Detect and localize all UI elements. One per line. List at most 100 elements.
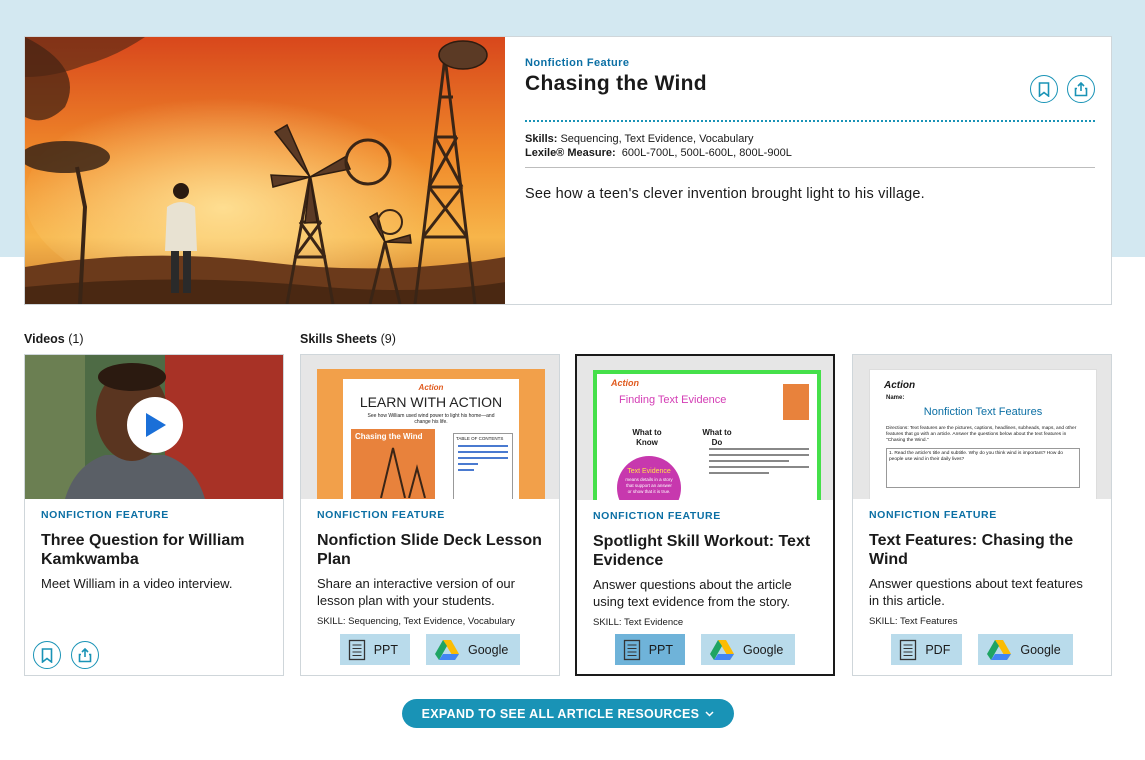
- thumb-what-to-know: What to Know: [632, 428, 662, 447]
- pdf-label: PDF: [925, 642, 951, 657]
- card-kicker: NONFICTION FEATURE: [317, 509, 445, 521]
- ppt-download-button[interactable]: PPT: [614, 634, 685, 665]
- card-description: Answer questions about the article using…: [593, 577, 792, 609]
- thumb-what-to-do: What to Do: [702, 428, 732, 447]
- text-features-thumbnail[interactable]: Action Name: Nonfiction Text Features Di…: [853, 355, 1111, 499]
- google-drive-icon: [435, 639, 459, 660]
- card-actions: [33, 641, 99, 669]
- skills-row: Skills: Sequencing, Text Evidence, Vocab…: [525, 132, 1095, 146]
- document-icon: [348, 639, 365, 660]
- hero-info: Nonfiction Feature Chasing the Wind Skil…: [505, 37, 1111, 304]
- skill-label: SKILL:: [317, 616, 346, 627]
- videos-section-label: Videos (1): [24, 332, 84, 346]
- resource-buttons: PPT Google: [301, 634, 559, 665]
- card-skill: SKILL: Text Features: [869, 616, 1095, 627]
- lexile-label: Lexile® Measure:: [525, 147, 616, 159]
- skills-section-label: Skills Sheets (9): [300, 332, 396, 346]
- card-skill: SKILL: Text Evidence: [593, 617, 817, 628]
- share-button[interactable]: [71, 641, 99, 669]
- skills-sheets-count: (9): [380, 332, 396, 346]
- thumb-subheading: See how William used wind power to light…: [367, 413, 495, 425]
- solid-divider: [525, 167, 1095, 168]
- skill-label: SKILL:: [869, 616, 898, 627]
- skill-label: SKILL:: [593, 617, 622, 628]
- text-features-card[interactable]: Action Name: Nonfiction Text Features Di…: [852, 354, 1112, 676]
- resource-buttons: PPT Google: [577, 634, 833, 665]
- video-card[interactable]: NONFICTION FEATURE Three Question for Wi…: [24, 354, 284, 676]
- thumb-toc: TABLE OF CONTENTS: [456, 436, 504, 441]
- google-label: Google: [1020, 642, 1061, 657]
- skill-value: Text Features: [900, 616, 958, 627]
- hero-actions: [1030, 75, 1095, 103]
- card-description: Meet William in a video interview.: [41, 576, 233, 591]
- card-title[interactable]: Text Features: Chasing the Wind: [869, 531, 1095, 569]
- card-skill: SKILL: Sequencing, Text Evidence, Vocabu…: [317, 616, 543, 627]
- pdf-download-button[interactable]: PDF: [891, 634, 963, 665]
- skill-value: Text Evidence: [624, 617, 684, 628]
- bookmark-button[interactable]: [33, 641, 61, 669]
- bookmark-icon: [41, 647, 53, 663]
- hero-description: See how a teen's clever invention brough…: [525, 186, 925, 202]
- google-label: Google: [468, 642, 509, 657]
- play-icon: [146, 413, 166, 437]
- spotlight-thumbnail[interactable]: Action Finding Text Evidence What to Kno…: [577, 356, 833, 500]
- dotted-divider: [525, 120, 1095, 122]
- lexile-row: Lexile® Measure: 600L-700L, 500L-600L, 8…: [525, 146, 1095, 160]
- card-title[interactable]: Nonfiction Slide Deck Lesson Plan: [317, 531, 543, 569]
- thumb-name: Name:: [886, 395, 905, 401]
- thumb-bubble-text: means details in a story that support an…: [625, 477, 673, 494]
- thumb-directions: Directions: Text features are the pictur…: [886, 426, 1077, 443]
- hero-kicker: Nonfiction Feature: [525, 57, 630, 69]
- share-button[interactable]: [1067, 75, 1095, 103]
- article-hero: Nonfiction Feature Chasing the Wind Skil…: [24, 36, 1112, 305]
- play-button[interactable]: [127, 397, 183, 453]
- card-title[interactable]: Three Question for William Kamkwamba: [41, 531, 267, 569]
- expand-label: EXPAND TO SEE ALL ARTICLE RESOURCES: [421, 706, 700, 721]
- share-icon: [1074, 81, 1088, 96]
- card-description: Answer questions about text features in …: [869, 576, 1083, 608]
- skills-value: Sequencing, Text Evidence, Vocabulary: [560, 133, 754, 145]
- expand-resources-button[interactable]: EXPAND TO SEE ALL ARTICLE RESOURCES: [402, 699, 734, 728]
- hero-image: [25, 37, 505, 304]
- card-title[interactable]: Spotlight Skill Workout: Text Evidence: [593, 532, 817, 570]
- thumb-heading: LEARN WITH ACTION: [359, 394, 503, 410]
- google-drive-icon: [987, 639, 1012, 660]
- slide-deck-card[interactable]: Action LEARN WITH ACTION See how William…: [300, 354, 560, 676]
- google-drive-icon: [710, 639, 734, 660]
- thumb-logo: Action: [418, 383, 444, 392]
- card-description: Share an interactive version of our less…: [317, 576, 515, 608]
- spotlight-skill-card[interactable]: Action Finding Text Evidence What to Kno…: [575, 354, 835, 676]
- bookmark-button[interactable]: [1030, 75, 1058, 103]
- document-icon: [900, 639, 917, 660]
- google-drive-button[interactable]: Google: [701, 634, 796, 665]
- thumb-question: 1. Read the article's title and subtitle…: [889, 451, 1063, 462]
- thumb-bubble-title: Text Evidence: [627, 468, 671, 475]
- thumb-magazine-title: Chasing the Wind: [355, 432, 423, 441]
- google-label: Google: [743, 642, 784, 657]
- card-kicker: NONFICTION FEATURE: [869, 509, 997, 521]
- card-kicker: NONFICTION FEATURE: [41, 509, 169, 521]
- bookmark-icon: [1038, 81, 1050, 97]
- document-icon: [623, 639, 640, 660]
- google-drive-button[interactable]: Google: [978, 634, 1073, 665]
- videos-count: (1): [68, 332, 84, 346]
- thumb-logo: Action: [884, 380, 916, 391]
- resource-buttons: PDF Google: [853, 634, 1111, 665]
- video-thumbnail[interactable]: [25, 355, 283, 499]
- chevron-down-icon: [705, 710, 714, 717]
- thumb-heading: Nonfiction Text Features: [923, 406, 1043, 418]
- videos-label: Videos: [24, 332, 65, 346]
- hero-meta: Skills: Sequencing, Text Evidence, Vocab…: [525, 132, 1095, 160]
- ppt-label: PPT: [648, 642, 673, 657]
- skills-sheets-label: Skills Sheets: [300, 332, 378, 346]
- share-icon: [78, 647, 92, 662]
- slide-deck-thumbnail[interactable]: Action LEARN WITH ACTION See how William…: [301, 355, 559, 499]
- google-drive-button[interactable]: Google: [426, 634, 521, 665]
- ppt-download-button[interactable]: PPT: [339, 634, 410, 665]
- hero-title: Chasing the Wind: [525, 72, 707, 95]
- ppt-label: PPT: [373, 642, 398, 657]
- skill-value: Sequencing, Text Evidence, Vocabulary: [348, 616, 515, 627]
- card-kicker: NONFICTION FEATURE: [593, 510, 721, 522]
- skills-label: Skills:: [525, 133, 558, 145]
- lexile-value: 600L-700L, 500L-600L, 800L-900L: [621, 147, 792, 159]
